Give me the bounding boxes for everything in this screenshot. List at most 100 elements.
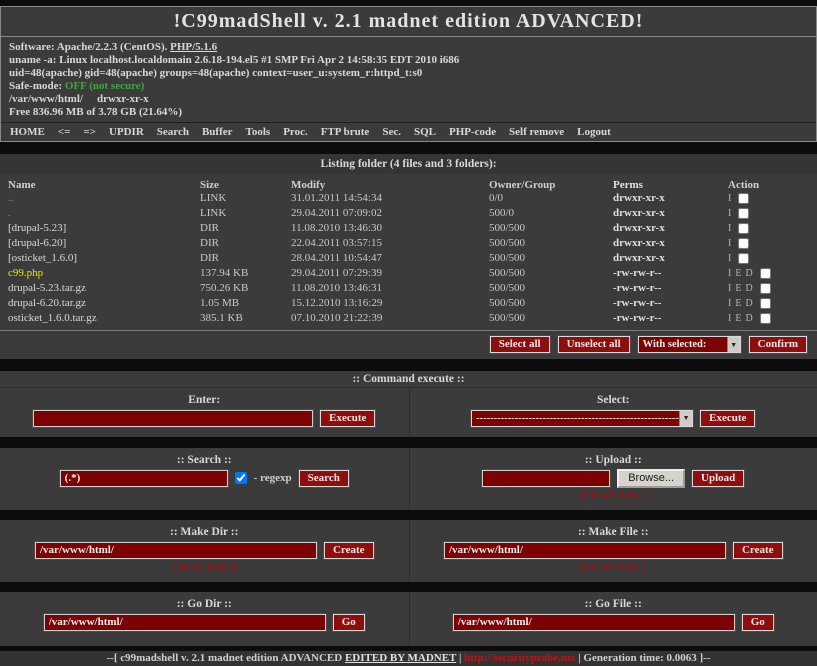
row-checkbox[interactable] xyxy=(760,283,771,294)
action-info-link[interactable]: I xyxy=(728,191,731,206)
action-edit-link[interactable]: E xyxy=(735,296,741,311)
action-download-link[interactable]: D xyxy=(745,266,752,281)
row-checkbox[interactable] xyxy=(760,268,771,279)
command-select-dropdown[interactable]: ----------------------------------------… xyxy=(471,410,693,427)
file-name-link[interactable]: .. xyxy=(8,191,200,206)
action-info-link[interactable]: I xyxy=(728,281,731,296)
nav-item-search[interactable]: Search xyxy=(157,126,189,138)
file-name-link[interactable]: [osticket_1.6.0] xyxy=(8,251,200,266)
row-checkbox[interactable] xyxy=(738,193,749,204)
action-edit-link[interactable]: E xyxy=(735,311,741,326)
make-file-readonly-note: [ Read-Only ] xyxy=(410,561,817,574)
browse-button[interactable]: Browse... xyxy=(617,469,685,488)
make-dir-create-button[interactable]: Create xyxy=(324,542,374,559)
file-row: [drupal-5.23]DIR11.08.2010 13:46:30500/5… xyxy=(0,221,817,236)
nav-item-buffer[interactable]: Buffer xyxy=(202,126,233,138)
nav-item-sec[interactable]: Sec. xyxy=(382,126,401,138)
nav-item-back[interactable]: <= xyxy=(58,126,71,138)
file-actions: I xyxy=(728,206,817,221)
regexp-checkbox[interactable] xyxy=(235,472,247,484)
command-input[interactable] xyxy=(33,410,313,427)
file-name-link[interactable]: drupal-5.23.tar.gz xyxy=(8,281,200,296)
listing-header: Listing folder (4 files and 3 folders): xyxy=(0,154,817,174)
action-download-link[interactable]: D xyxy=(745,311,752,326)
nav-item-updir[interactable]: UPDIR xyxy=(109,126,144,138)
command-select-execute-button[interactable]: Execute xyxy=(700,410,755,427)
footer-url-link[interactable]: http://securityprobe.net xyxy=(464,652,575,664)
nav-item-tools[interactable]: Tools xyxy=(246,126,271,138)
spacer xyxy=(0,142,817,154)
make-dir-input[interactable] xyxy=(35,542,317,559)
nav-item-sql[interactable]: SQL xyxy=(414,126,436,138)
file-size: LINK xyxy=(200,206,291,221)
action-info-link[interactable]: I xyxy=(728,266,731,281)
file-owner-group: 500/500 xyxy=(489,311,613,326)
select-all-button[interactable]: Select all xyxy=(490,336,550,353)
chevron-down-icon: ▼ xyxy=(679,411,692,426)
make-file-input[interactable] xyxy=(444,542,726,559)
row-checkbox[interactable] xyxy=(738,238,749,249)
command-select-value: ----------------------------------------… xyxy=(472,413,679,424)
make-section: :: Make Dir :: Create [ Read-Only ] :: M… xyxy=(0,520,817,582)
nav-item-ftp-brute[interactable]: FTP brute xyxy=(321,126,370,138)
file-name-link[interactable]: osticket_1.6.0.tar.gz xyxy=(8,311,200,326)
row-checkbox[interactable] xyxy=(760,298,771,309)
go-file-button[interactable]: Go xyxy=(742,614,774,631)
file-name-link[interactable]: [drupal-6.20] xyxy=(8,236,200,251)
cwd-link[interactable]: /var/www/html/ xyxy=(9,93,83,105)
row-checkbox[interactable] xyxy=(760,313,771,324)
make-file-pane: :: Make File :: Create [ Read-Only ] xyxy=(409,520,817,582)
go-dir-button[interactable]: Go xyxy=(333,614,365,631)
file-perms: drwxr-xr-x xyxy=(613,206,728,221)
action-info-link[interactable]: I xyxy=(728,311,731,326)
confirm-button[interactable]: Confirm xyxy=(749,336,807,353)
nav-item-forward[interactable]: => xyxy=(83,126,96,138)
action-info-link[interactable]: I xyxy=(728,221,731,236)
with-selected-dropdown[interactable]: With selected: ▼ xyxy=(638,336,741,353)
php-version-link[interactable]: PHP/5.1.6 xyxy=(170,41,217,53)
nav-item-self-remove[interactable]: Self remove xyxy=(509,126,564,138)
file-size: DIR xyxy=(200,251,291,266)
disk-free-line: Free 836.96 MB of 3.78 GB (21.64%) xyxy=(9,106,808,119)
upload-file-input[interactable] xyxy=(482,470,610,487)
search-button[interactable]: Search xyxy=(299,470,349,487)
enter-label: Enter: xyxy=(0,393,409,407)
uid-line: uid=48(apache) gid=48(apache) groups=48(… xyxy=(9,67,808,80)
listing-actions-row: Select all Unselect all With selected: ▼… xyxy=(0,335,817,355)
row-checkbox[interactable] xyxy=(738,253,749,264)
nav-item-logout[interactable]: Logout xyxy=(577,126,611,138)
action-info-link[interactable]: I xyxy=(728,206,731,221)
action-info-link[interactable]: I xyxy=(728,236,731,251)
nav-item-php-code[interactable]: PHP-code xyxy=(449,126,496,138)
file-owner-group: 500/500 xyxy=(489,236,613,251)
unselect-all-button[interactable]: Unselect all xyxy=(558,336,630,353)
spacer xyxy=(0,510,817,520)
search-input[interactable] xyxy=(60,470,228,487)
file-name-link[interactable]: drupal-6.20.tar.gz xyxy=(8,296,200,311)
make-file-create-button[interactable]: Create xyxy=(733,542,783,559)
go-file-input[interactable] xyxy=(453,614,735,631)
spacer xyxy=(0,359,817,371)
file-size: 1.05 MB xyxy=(200,296,291,311)
file-name-link[interactable]: . xyxy=(8,206,200,221)
action-download-link[interactable]: D xyxy=(745,281,752,296)
header-panel: !C99madShell v. 2.1 madnet edition ADVAN… xyxy=(0,6,817,142)
edited-by-link[interactable]: EDITED BY MADNET xyxy=(345,652,456,664)
action-edit-link[interactable]: E xyxy=(735,266,741,281)
action-info-link[interactable]: I xyxy=(728,251,731,266)
nav-item-proc[interactable]: Proc. xyxy=(283,126,308,138)
action-info-link[interactable]: I xyxy=(728,296,731,311)
nav-item-home[interactable]: HOME xyxy=(10,126,45,138)
upload-button[interactable]: Upload xyxy=(692,470,744,487)
spacer xyxy=(0,582,817,592)
action-edit-link[interactable]: E xyxy=(735,281,741,296)
file-name-link[interactable]: c99.php xyxy=(8,266,200,281)
file-modify-date: 29.04.2011 07:29:39 xyxy=(291,266,489,281)
action-download-link[interactable]: D xyxy=(745,296,752,311)
file-name-link[interactable]: [drupal-5.23] xyxy=(8,221,200,236)
row-checkbox[interactable] xyxy=(738,208,749,219)
go-dir-input[interactable] xyxy=(44,614,326,631)
file-modify-date: 31.01.2011 14:54:34 xyxy=(291,191,489,206)
row-checkbox[interactable] xyxy=(738,223,749,234)
command-execute-button[interactable]: Execute xyxy=(320,410,375,427)
